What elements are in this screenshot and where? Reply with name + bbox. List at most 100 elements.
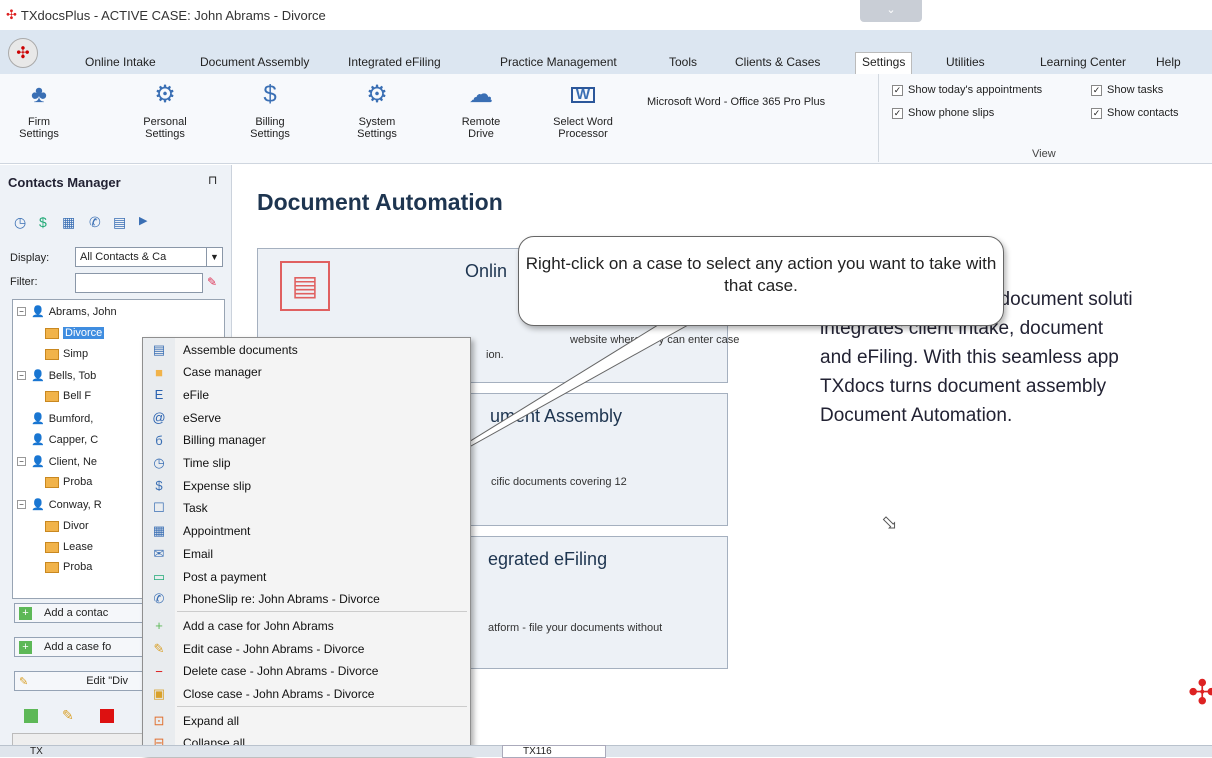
phone-icon[interactable]: ✆ bbox=[89, 214, 101, 231]
person-icon: 👤 bbox=[31, 413, 45, 425]
tab-help[interactable]: Help bbox=[1156, 55, 1181, 74]
history-icon[interactable]: ◷ bbox=[14, 214, 26, 231]
menu-item-label: eServe bbox=[183, 410, 222, 425]
panel-title: Contacts Manager bbox=[8, 175, 121, 190]
show-contacts-checkbox[interactable]: ✓ Show contacts bbox=[1091, 107, 1179, 119]
menu-item-eserve[interactable]: @ eServe bbox=[143, 406, 470, 429]
contact-node[interactable]: − 👤 Bells, Tob bbox=[17, 369, 96, 382]
node-label: Proba bbox=[63, 561, 93, 573]
menu-item-expand-all[interactable]: ⊡ Expand all bbox=[143, 709, 470, 732]
tab-online-intake[interactable]: Online Intake bbox=[85, 55, 156, 74]
edit-icon[interactable]: ✎ bbox=[62, 707, 76, 723]
menu-item-case-manager[interactable]: ■ Case manager bbox=[143, 361, 470, 384]
dollar-icon[interactable]: $ bbox=[39, 214, 47, 230]
filter-input[interactable] bbox=[75, 273, 203, 293]
menu-item-expense-slip[interactable]: $ Expense slip bbox=[143, 474, 470, 497]
mouse-cursor-icon: ⬂ bbox=[881, 512, 898, 534]
eraser-icon[interactable]: ✎ bbox=[207, 275, 217, 289]
menu-item-label: Expense slip bbox=[183, 478, 252, 493]
node-label: Lease bbox=[63, 541, 93, 553]
tab-tools[interactable]: Tools bbox=[669, 55, 697, 74]
filter-label: Filter: bbox=[10, 276, 38, 288]
show-phone-slips-checkbox[interactable]: ✓ Show phone slips bbox=[892, 107, 994, 119]
case-node[interactable]: Proba bbox=[45, 476, 92, 488]
menu-item-task[interactable]: ☐ Task bbox=[143, 497, 470, 520]
label: Show tasks bbox=[1107, 84, 1164, 96]
pin-icon[interactable]: ⊓ bbox=[208, 173, 217, 187]
menu-item-email[interactable]: ✉ Email bbox=[143, 542, 470, 565]
billing-settings-button[interactable]: $ Billing Settings bbox=[244, 78, 296, 141]
chevron-down-icon: ▼ bbox=[206, 248, 222, 266]
cloud-drive-icon: ☁ bbox=[469, 81, 493, 108]
contact-node[interactable]: − 👤 Abrams, John bbox=[17, 305, 117, 318]
calendar-icon[interactable]: ▦ bbox=[62, 214, 75, 231]
person-icon: 👤 bbox=[31, 434, 45, 446]
label: Billing bbox=[255, 116, 285, 128]
menu-item-assemble-documents[interactable]: ▤ Assemble documents bbox=[143, 338, 470, 361]
note-icon[interactable]: ▤ bbox=[113, 214, 126, 231]
system-settings-button[interactable]: ⚙ System Settings bbox=[351, 78, 403, 141]
case-node[interactable]: Divorce bbox=[45, 327, 105, 339]
menu-item-label: Edit case - John Abrams - Divorce bbox=[183, 641, 365, 656]
status-text: TX bbox=[30, 746, 43, 757]
menu-item-time-slip[interactable]: ◷ Time slip bbox=[143, 452, 470, 475]
menu-item-add-a[interactable]: + Add a case for John Abrams bbox=[143, 614, 470, 637]
tab-learning-center[interactable]: Learning Center bbox=[1040, 55, 1126, 74]
remote-drive-button[interactable]: ☁ Remote Drive bbox=[455, 78, 507, 141]
menu-item-post-a[interactable]: ▭ Post a payment bbox=[143, 565, 470, 588]
menu-item-close-case[interactable]: ▣ Close case - John Abrams - Divorce bbox=[143, 683, 470, 706]
personal-settings-button[interactable]: ⚙ Personal Settings bbox=[135, 78, 195, 141]
brand-logo-icon: ✣ bbox=[1188, 674, 1212, 712]
label: Settings bbox=[250, 128, 290, 140]
contact-node[interactable]: 👤 Capper, C bbox=[31, 433, 98, 447]
menu-item-billing-manager[interactable]: б Billing manager bbox=[143, 429, 470, 452]
firm-settings-button[interactable]: ♣ Firm Settings bbox=[15, 78, 63, 141]
minus-icon[interactable] bbox=[100, 709, 114, 723]
chevron-down-icon[interactable]: ⌄ bbox=[860, 0, 922, 22]
label: Settings bbox=[145, 128, 185, 140]
expand-toggle-icon[interactable]: − bbox=[17, 307, 26, 316]
tab-clients-cases[interactable]: Clients & Cases bbox=[735, 55, 820, 74]
menu-item-label: Assemble documents bbox=[183, 342, 298, 357]
app-menu-button[interactable]: ✣ bbox=[8, 38, 38, 68]
more-arrow-icon[interactable]: ▶ bbox=[139, 214, 147, 227]
menu-item-delete-case[interactable]: − Delete case - John Abrams - Divorce bbox=[143, 660, 470, 683]
phone-icon: ✆ bbox=[153, 591, 165, 607]
task-icon: ☐ bbox=[153, 500, 165, 516]
calendar-icon: ▦ bbox=[152, 523, 166, 539]
contact-node[interactable]: − 👤 Conway, R bbox=[17, 498, 102, 511]
menu-item-appointment[interactable]: ▦ Appointment bbox=[143, 520, 470, 543]
tab-settings[interactable]: Settings bbox=[855, 52, 913, 74]
case-node[interactable]: Simp bbox=[45, 348, 88, 360]
contact-node[interactable]: 👤 Bumford, bbox=[31, 412, 94, 426]
node-label: Bumford, bbox=[48, 412, 94, 425]
expand-toggle-icon[interactable]: − bbox=[17, 371, 26, 380]
case-node[interactable]: Lease bbox=[45, 541, 93, 553]
context-menu: ▤ Assemble documents ■ Case manager EeFile @ e… bbox=[142, 337, 471, 757]
person-gear-icon: ⚙ bbox=[154, 81, 176, 108]
menu-item-efile[interactable]: EeFile bbox=[143, 383, 470, 406]
case-node[interactable]: Proba bbox=[45, 561, 92, 573]
tab-utilities[interactable]: Utilities bbox=[946, 55, 985, 74]
case-node[interactable]: Bell F bbox=[45, 390, 91, 402]
plus-icon: + bbox=[19, 606, 32, 620]
select-word-processor-button[interactable]: W Select Word Processor bbox=[548, 78, 618, 140]
person-icon: 👤 bbox=[31, 370, 45, 382]
expand-toggle-icon[interactable]: − bbox=[17, 457, 26, 466]
tab-practice-management[interactable]: Practice Management bbox=[500, 55, 617, 74]
show-appointments-checkbox[interactable]: ✓ Show today's appointments bbox=[892, 84, 1042, 96]
payment-icon: ▭ bbox=[152, 568, 166, 584]
case-node[interactable]: Divor bbox=[45, 520, 89, 532]
display-select[interactable]: All Contacts & Ca ▼ bbox=[75, 247, 223, 267]
expand-toggle-icon[interactable]: − bbox=[17, 500, 26, 509]
menu-item-edit-case[interactable]: ✎ Edit case - John Abrams - Divorce bbox=[143, 637, 470, 660]
status-tab[interactable]: TX116 bbox=[502, 745, 606, 758]
menu-item-phoneslip-re[interactable]: ✆ PhoneSlip re: John Abrams - Divorce bbox=[143, 588, 470, 611]
menu-item-label: Time slip bbox=[183, 456, 231, 470]
tab-document-assembly[interactable]: Document Assembly bbox=[200, 55, 309, 74]
plus-icon[interactable] bbox=[24, 709, 38, 723]
show-tasks-checkbox[interactable]: ✓ Show tasks bbox=[1091, 84, 1163, 96]
contact-node[interactable]: − 👤 Client, Ne bbox=[17, 455, 97, 468]
tab-integrated-efiling[interactable]: Integrated eFiling bbox=[348, 55, 441, 74]
label: Show phone slips bbox=[908, 107, 995, 119]
